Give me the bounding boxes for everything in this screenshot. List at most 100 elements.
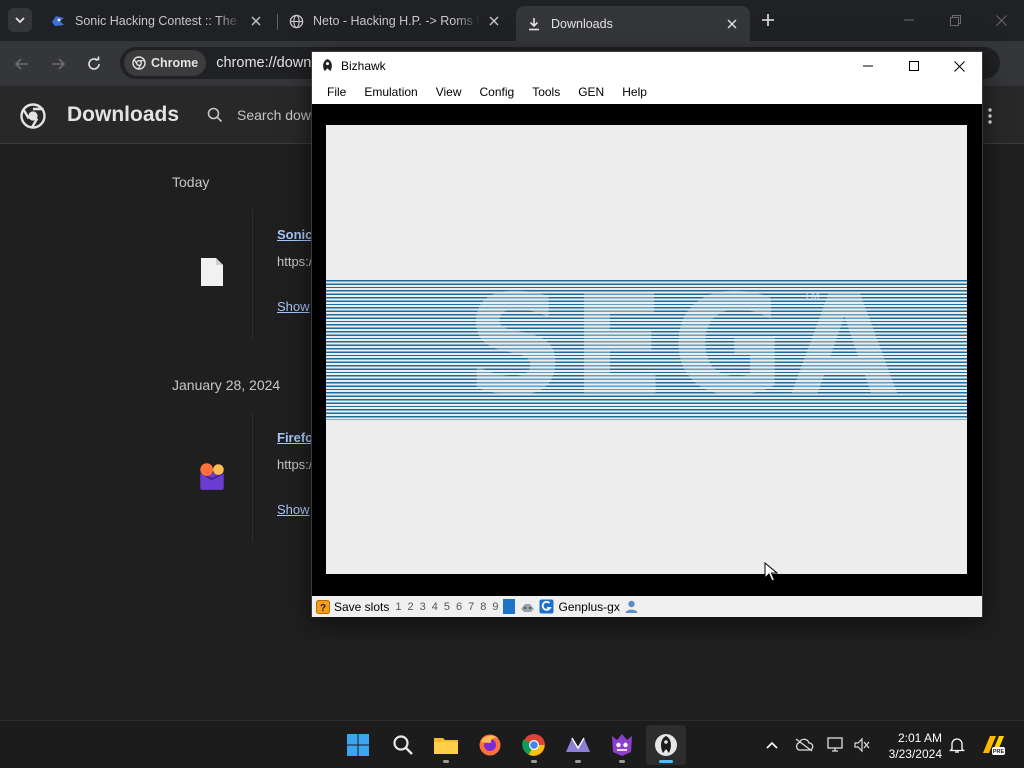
save-slot-selected-indicator[interactable] [503, 599, 516, 614]
copilot-icon: PRE [983, 736, 1005, 755]
reload-button[interactable] [81, 51, 107, 77]
running-indicator [575, 760, 581, 763]
download-icon [526, 16, 542, 32]
plus-icon [762, 14, 774, 26]
new-tab-button[interactable] [758, 10, 778, 30]
download-source-url: https:/ [277, 254, 313, 269]
arrow-left-icon [14, 58, 28, 70]
file-icon [201, 258, 223, 286]
bizhawk-close-button[interactable] [936, 52, 982, 80]
minimize-icon [863, 65, 873, 67]
taskbar-game[interactable] [602, 725, 642, 765]
menu-emulation[interactable]: Emulation [355, 85, 426, 99]
menu-help[interactable]: Help [613, 85, 656, 99]
bizhawk-title-bar[interactable]: Bizhawk [312, 52, 982, 80]
download-filename-link[interactable]: Firefo [277, 430, 313, 445]
tab-sonic-hacking-contest[interactable]: Sonic Hacking Contest :: The Sh [40, 6, 274, 36]
bizhawk-window: Bizhawk File Emulation View Config Tools… [311, 51, 983, 617]
speaker-muted-icon [854, 737, 870, 753]
back-button[interactable] [9, 51, 35, 77]
svg-text:?: ? [319, 603, 325, 614]
reload-icon [88, 56, 100, 70]
tab-title: Downloads [551, 16, 613, 31]
menu-gen[interactable]: GEN [569, 85, 613, 99]
close-icon [995, 14, 1007, 26]
notifications-button[interactable] [947, 735, 967, 755]
browser-close-button[interactable] [978, 0, 1024, 40]
tab-search-button[interactable] [8, 8, 32, 32]
windows-start-icon [347, 734, 369, 756]
forward-button[interactable] [45, 51, 71, 77]
divider [252, 209, 253, 339]
save-slot-3[interactable]: 3 [420, 601, 426, 613]
onedrive-tray-icon[interactable] [794, 735, 814, 755]
save-slot-6[interactable]: 6 [456, 601, 462, 613]
taskbar-clock[interactable]: 2:01 AM 3/23/2024 [880, 730, 942, 762]
taskbar-chrome[interactable] [514, 725, 554, 765]
menu-view[interactable]: View [427, 85, 471, 99]
close-icon [953, 60, 965, 72]
bizhawk-maximize-button[interactable] [891, 52, 937, 80]
save-slot-9[interactable]: 9 [492, 601, 498, 613]
network-tray-icon[interactable] [826, 735, 846, 755]
taskbar-search-button[interactable] [383, 725, 423, 765]
show-hidden-icons-button[interactable] [762, 735, 782, 755]
save-slot-1[interactable]: 1 [395, 601, 401, 613]
kebab-menu-icon [988, 108, 992, 124]
windows-taskbar: 2:01 AM 3/23/2024 PRE [0, 720, 1024, 768]
game-icon [612, 734, 632, 756]
save-slot-2[interactable]: 2 [407, 601, 413, 613]
emulator-screen[interactable]: SEGA TM [326, 125, 967, 574]
taskbar-app[interactable] [558, 725, 598, 765]
taskbar-bizhawk[interactable] [646, 725, 686, 765]
browser-minimize-button[interactable] [886, 0, 932, 40]
volume-tray-icon[interactable] [852, 735, 872, 755]
close-tab-icon[interactable] [724, 16, 740, 32]
bell-icon [949, 738, 965, 753]
bizhawk-icon [655, 734, 677, 756]
pad-icon [520, 599, 535, 614]
page-title: Downloads [67, 103, 180, 126]
close-tab-icon[interactable] [486, 13, 502, 29]
maximize-icon [909, 61, 919, 71]
core-icon [539, 599, 554, 614]
close-tab-icon[interactable] [248, 13, 264, 29]
chrome-logo-icon [132, 56, 146, 70]
menu-file[interactable]: File [318, 85, 355, 99]
start-button[interactable] [338, 725, 378, 765]
download-filename-link[interactable]: Sonic [277, 227, 312, 242]
core-name: Genplus-gx [558, 599, 620, 614]
menu-tools[interactable]: Tools [523, 85, 569, 99]
more-options-button[interactable] [982, 104, 998, 128]
chrome-chip[interactable]: Chrome [124, 50, 207, 76]
show-in-folder-link[interactable]: Show [277, 502, 310, 517]
bizhawk-minimize-button[interactable] [845, 52, 891, 80]
app-icon [566, 737, 590, 752]
mouse-cursor-icon [764, 562, 778, 582]
svg-text:PRE: PRE [993, 749, 1005, 755]
tab-neto-hacking[interactable]: Neto - Hacking H.P. -> Roms ha [278, 6, 512, 36]
save-slot-5[interactable]: 5 [444, 601, 450, 613]
menu-config[interactable]: Config [471, 85, 524, 99]
file-explorer-icon [434, 738, 458, 754]
sega-logo: SEGA [466, 265, 904, 426]
firefox-icon [479, 734, 501, 756]
browser-maximize-button[interactable] [932, 0, 978, 40]
search-icon [393, 735, 413, 755]
save-slot-7[interactable]: 7 [468, 601, 474, 613]
running-indicator [659, 760, 673, 763]
copilot-button[interactable]: PRE [980, 732, 1006, 758]
clock-date: 3/23/2024 [888, 747, 942, 761]
save-slot-help-icon: ? [315, 599, 330, 614]
tab-downloads[interactable]: Downloads [516, 6, 750, 41]
taskbar-firefox[interactable] [470, 725, 510, 765]
save-slot-4[interactable]: 4 [432, 601, 438, 613]
globe-icon [288, 13, 304, 29]
show-in-folder-link[interactable]: Show [277, 299, 310, 314]
save-slot-8[interactable]: 8 [480, 601, 486, 613]
sonic-favicon-icon [50, 13, 66, 29]
taskbar-file-explorer[interactable] [426, 725, 466, 765]
bizhawk-menu-bar: File Emulation View Config Tools GEN Hel… [312, 80, 982, 104]
tab-strip: Sonic Hacking Contest :: The Sh Neto - H… [0, 0, 1024, 41]
restore-icon [949, 14, 961, 26]
